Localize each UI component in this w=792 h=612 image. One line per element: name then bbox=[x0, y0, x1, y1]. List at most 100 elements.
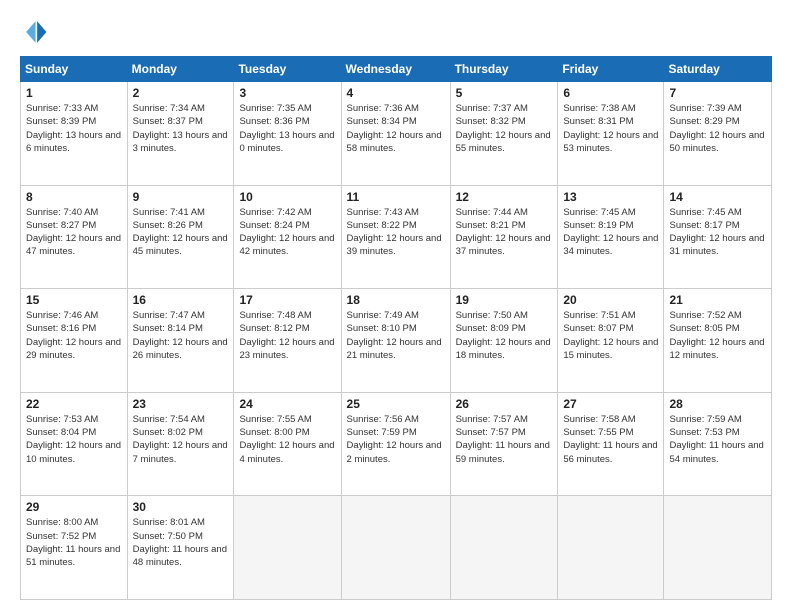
day-detail: Sunrise: 7:39 AMSunset: 8:29 PMDaylight:… bbox=[669, 102, 766, 155]
logo bbox=[20, 18, 52, 46]
day-detail: Sunrise: 7:35 AMSunset: 8:36 PMDaylight:… bbox=[239, 102, 335, 155]
calendar-week-row: 1 Sunrise: 7:33 AMSunset: 8:39 PMDaylight… bbox=[21, 82, 772, 186]
day-detail: Sunrise: 7:33 AMSunset: 8:39 PMDaylight:… bbox=[26, 102, 122, 155]
calendar-week-row: 29 Sunrise: 8:00 AMSunset: 7:52 PMDayligh… bbox=[21, 496, 772, 600]
calendar-day-cell: 2 Sunrise: 7:34 AMSunset: 8:37 PMDaylight… bbox=[127, 82, 234, 186]
calendar-day-cell: 17 Sunrise: 7:48 AMSunset: 8:12 PMDayligh… bbox=[234, 289, 341, 393]
calendar-day-cell: 23 Sunrise: 7:54 AMSunset: 8:02 PMDayligh… bbox=[127, 392, 234, 496]
day-number: 29 bbox=[26, 500, 122, 514]
day-detail: Sunrise: 7:37 AMSunset: 8:32 PMDaylight:… bbox=[456, 102, 553, 155]
day-detail: Sunrise: 7:43 AMSunset: 8:22 PMDaylight:… bbox=[347, 206, 445, 259]
day-number: 12 bbox=[456, 190, 553, 204]
day-detail: Sunrise: 7:47 AMSunset: 8:14 PMDaylight:… bbox=[133, 309, 229, 362]
calendar-day-cell bbox=[341, 496, 450, 600]
calendar-day-cell: 18 Sunrise: 7:49 AMSunset: 8:10 PMDayligh… bbox=[341, 289, 450, 393]
day-detail: Sunrise: 7:55 AMSunset: 8:00 PMDaylight:… bbox=[239, 413, 335, 466]
calendar-day-cell: 13Sunrise: 7:45 AMSunset: 8:19 PMDayligh… bbox=[558, 185, 664, 289]
calendar-day-cell: 10 Sunrise: 7:42 AMSunset: 8:24 PMDayligh… bbox=[234, 185, 341, 289]
calendar-day-cell: 25Sunrise: 7:56 AMSunset: 7:59 PMDayligh… bbox=[341, 392, 450, 496]
day-number: 19 bbox=[456, 293, 553, 307]
header bbox=[20, 18, 772, 46]
day-number: 30 bbox=[133, 500, 229, 514]
day-detail: Sunrise: 7:42 AMSunset: 8:24 PMDaylight:… bbox=[239, 206, 335, 259]
day-number: 2 bbox=[133, 86, 229, 100]
day-number: 6 bbox=[563, 86, 658, 100]
calendar-day-cell: 27 Sunrise: 7:58 AMSunset: 7:55 PMDayligh… bbox=[558, 392, 664, 496]
day-detail: Sunrise: 7:49 AMSunset: 8:10 PMDaylight:… bbox=[347, 309, 445, 362]
day-number: 24 bbox=[239, 397, 335, 411]
day-number: 18 bbox=[347, 293, 445, 307]
day-detail: Sunrise: 7:45 AMSunset: 8:19 PMDaylight:… bbox=[563, 206, 658, 259]
calendar-table: SundayMondayTuesdayWednesdayThursdayFrid… bbox=[20, 56, 772, 600]
day-number: 21 bbox=[669, 293, 766, 307]
day-detail: Sunrise: 7:36 AMSunset: 8:34 PMDaylight:… bbox=[347, 102, 445, 155]
calendar-day-cell: 22Sunrise: 7:53 AMSunset: 8:04 PMDayligh… bbox=[21, 392, 128, 496]
day-number: 10 bbox=[239, 190, 335, 204]
day-detail: Sunrise: 7:44 AMSunset: 8:21 PMDaylight:… bbox=[456, 206, 553, 259]
day-detail: Sunrise: 7:40 AMSunset: 8:27 PMDaylight:… bbox=[26, 206, 122, 259]
calendar-day-cell: 28 Sunrise: 7:59 AMSunset: 7:53 PMDayligh… bbox=[664, 392, 772, 496]
calendar-day-cell: 12 Sunrise: 7:44 AMSunset: 8:21 PMDayligh… bbox=[450, 185, 558, 289]
calendar-weekday-header: Saturday bbox=[664, 57, 772, 82]
calendar-day-cell bbox=[664, 496, 772, 600]
calendar-day-cell: 21 Sunrise: 7:52 AMSunset: 8:05 PMDayligh… bbox=[664, 289, 772, 393]
calendar-day-cell: 14 Sunrise: 7:45 AMSunset: 8:17 PMDayligh… bbox=[664, 185, 772, 289]
day-number: 15 bbox=[26, 293, 122, 307]
calendar-day-cell: 11Sunrise: 7:43 AMSunset: 8:22 PMDayligh… bbox=[341, 185, 450, 289]
day-detail: Sunrise: 8:00 AMSunset: 7:52 PMDaylight:… bbox=[26, 516, 122, 569]
day-number: 20 bbox=[563, 293, 658, 307]
day-number: 1 bbox=[26, 86, 122, 100]
day-detail: Sunrise: 7:45 AMSunset: 8:17 PMDaylight:… bbox=[669, 206, 766, 259]
day-number: 28 bbox=[669, 397, 766, 411]
calendar-day-cell: 19 Sunrise: 7:50 AMSunset: 8:09 PMDayligh… bbox=[450, 289, 558, 393]
day-number: 7 bbox=[669, 86, 766, 100]
day-detail: Sunrise: 7:41 AMSunset: 8:26 PMDaylight:… bbox=[133, 206, 229, 259]
calendar-day-cell: 1 Sunrise: 7:33 AMSunset: 8:39 PMDaylight… bbox=[21, 82, 128, 186]
calendar-day-cell: 3Sunrise: 7:35 AMSunset: 8:36 PMDaylight… bbox=[234, 82, 341, 186]
calendar-day-cell: 24 Sunrise: 7:55 AMSunset: 8:00 PMDayligh… bbox=[234, 392, 341, 496]
calendar-day-cell: 9 Sunrise: 7:41 AMSunset: 8:26 PMDaylight… bbox=[127, 185, 234, 289]
day-number: 23 bbox=[133, 397, 229, 411]
calendar-week-row: 22Sunrise: 7:53 AMSunset: 8:04 PMDayligh… bbox=[21, 392, 772, 496]
calendar-week-row: 15 Sunrise: 7:46 AMSunset: 8:16 PMDayligh… bbox=[21, 289, 772, 393]
calendar-header-row: SundayMondayTuesdayWednesdayThursdayFrid… bbox=[21, 57, 772, 82]
day-detail: Sunrise: 7:46 AMSunset: 8:16 PMDaylight:… bbox=[26, 309, 122, 362]
day-detail: Sunrise: 7:34 AMSunset: 8:37 PMDaylight:… bbox=[133, 102, 229, 155]
day-number: 8 bbox=[26, 190, 122, 204]
day-number: 9 bbox=[133, 190, 229, 204]
calendar-week-row: 8 Sunrise: 7:40 AMSunset: 8:27 PMDaylight… bbox=[21, 185, 772, 289]
day-detail: Sunrise: 7:58 AMSunset: 7:55 PMDaylight:… bbox=[563, 413, 658, 466]
page: SundayMondayTuesdayWednesdayThursdayFrid… bbox=[0, 0, 792, 612]
day-detail: Sunrise: 7:38 AMSunset: 8:31 PMDaylight:… bbox=[563, 102, 658, 155]
day-number: 27 bbox=[563, 397, 658, 411]
calendar-day-cell bbox=[558, 496, 664, 600]
calendar-weekday-header: Wednesday bbox=[341, 57, 450, 82]
day-detail: Sunrise: 7:53 AMSunset: 8:04 PMDaylight:… bbox=[26, 413, 122, 466]
calendar-weekday-header: Friday bbox=[558, 57, 664, 82]
calendar-day-cell: 7 Sunrise: 7:39 AMSunset: 8:29 PMDaylight… bbox=[664, 82, 772, 186]
calendar-day-cell: 8 Sunrise: 7:40 AMSunset: 8:27 PMDaylight… bbox=[21, 185, 128, 289]
calendar-day-cell: 15 Sunrise: 7:46 AMSunset: 8:16 PMDayligh… bbox=[21, 289, 128, 393]
calendar-day-cell: 6 Sunrise: 7:38 AMSunset: 8:31 PMDaylight… bbox=[558, 82, 664, 186]
day-detail: Sunrise: 7:54 AMSunset: 8:02 PMDaylight:… bbox=[133, 413, 229, 466]
calendar-weekday-header: Sunday bbox=[21, 57, 128, 82]
calendar-day-cell bbox=[450, 496, 558, 600]
calendar-day-cell: 16 Sunrise: 7:47 AMSunset: 8:14 PMDayligh… bbox=[127, 289, 234, 393]
calendar-day-cell: 5Sunrise: 7:37 AMSunset: 8:32 PMDaylight… bbox=[450, 82, 558, 186]
day-detail: Sunrise: 7:51 AMSunset: 8:07 PMDaylight:… bbox=[563, 309, 658, 362]
day-detail: Sunrise: 7:48 AMSunset: 8:12 PMDaylight:… bbox=[239, 309, 335, 362]
day-number: 17 bbox=[239, 293, 335, 307]
calendar-day-cell: 29 Sunrise: 8:00 AMSunset: 7:52 PMDayligh… bbox=[21, 496, 128, 600]
calendar-weekday-header: Tuesday bbox=[234, 57, 341, 82]
day-number: 16 bbox=[133, 293, 229, 307]
calendar-day-cell: 20 Sunrise: 7:51 AMSunset: 8:07 PMDayligh… bbox=[558, 289, 664, 393]
day-detail: Sunrise: 7:59 AMSunset: 7:53 PMDaylight:… bbox=[669, 413, 766, 466]
day-number: 4 bbox=[347, 86, 445, 100]
calendar-day-cell: 26Sunrise: 7:57 AMSunset: 7:57 PMDayligh… bbox=[450, 392, 558, 496]
calendar-weekday-header: Thursday bbox=[450, 57, 558, 82]
day-detail: Sunrise: 7:50 AMSunset: 8:09 PMDaylight:… bbox=[456, 309, 553, 362]
day-detail: Sunrise: 7:52 AMSunset: 8:05 PMDaylight:… bbox=[669, 309, 766, 362]
day-number: 26 bbox=[456, 397, 553, 411]
day-detail: Sunrise: 8:01 AMSunset: 7:50 PMDaylight:… bbox=[133, 516, 229, 569]
day-number: 14 bbox=[669, 190, 766, 204]
